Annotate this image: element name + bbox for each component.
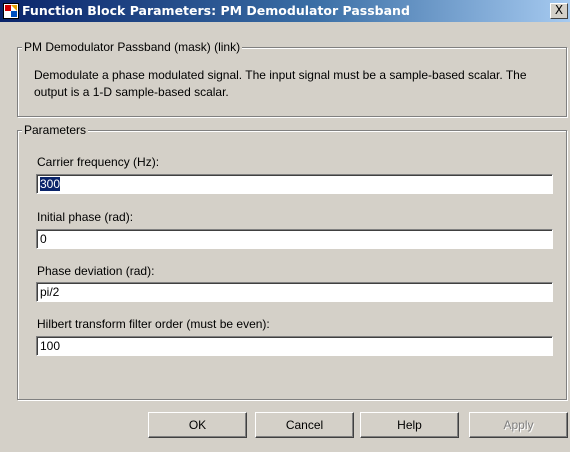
help-button[interactable]: Help <box>360 412 459 438</box>
initial-phase-label: Initial phase (rad): <box>37 210 134 224</box>
cancel-button[interactable]: Cancel <box>255 412 354 438</box>
function-block-parameters-dialog: Function Block Parameters: PM Demodulato… <box>0 0 570 452</box>
window-title: Function Block Parameters: PM Demodulato… <box>22 3 410 18</box>
close-icon: X <box>554 3 564 17</box>
title-bar[interactable]: Function Block Parameters: PM Demodulato… <box>0 0 570 22</box>
filter-order-label: Hilbert transform filter order (must be … <box>37 317 270 331</box>
ok-button[interactable]: OK <box>148 412 247 438</box>
initial-phase-field[interactable]: 0 <box>36 229 553 249</box>
phase-deviation-field[interactable]: pi/2 <box>36 282 553 302</box>
apply-button[interactable]: Apply <box>469 412 568 438</box>
parameters-group-label: Parameters <box>22 123 89 137</box>
phase-deviation-label: Phase deviation (rad): <box>37 264 155 278</box>
carrier-frequency-value: 300 <box>40 177 61 191</box>
carrier-frequency-field[interactable]: 300 <box>36 174 553 194</box>
close-button[interactable]: X <box>550 3 568 19</box>
simulink-block-icon <box>3 3 19 19</box>
carrier-frequency-label: Carrier frequency (Hz): <box>37 155 160 169</box>
mask-description: Demodulate a phase modulated signal. The… <box>34 68 527 99</box>
filter-order-field[interactable]: 100 <box>36 336 553 356</box>
mask-group-label: PM Demodulator Passband (mask) (link) <box>22 40 243 54</box>
